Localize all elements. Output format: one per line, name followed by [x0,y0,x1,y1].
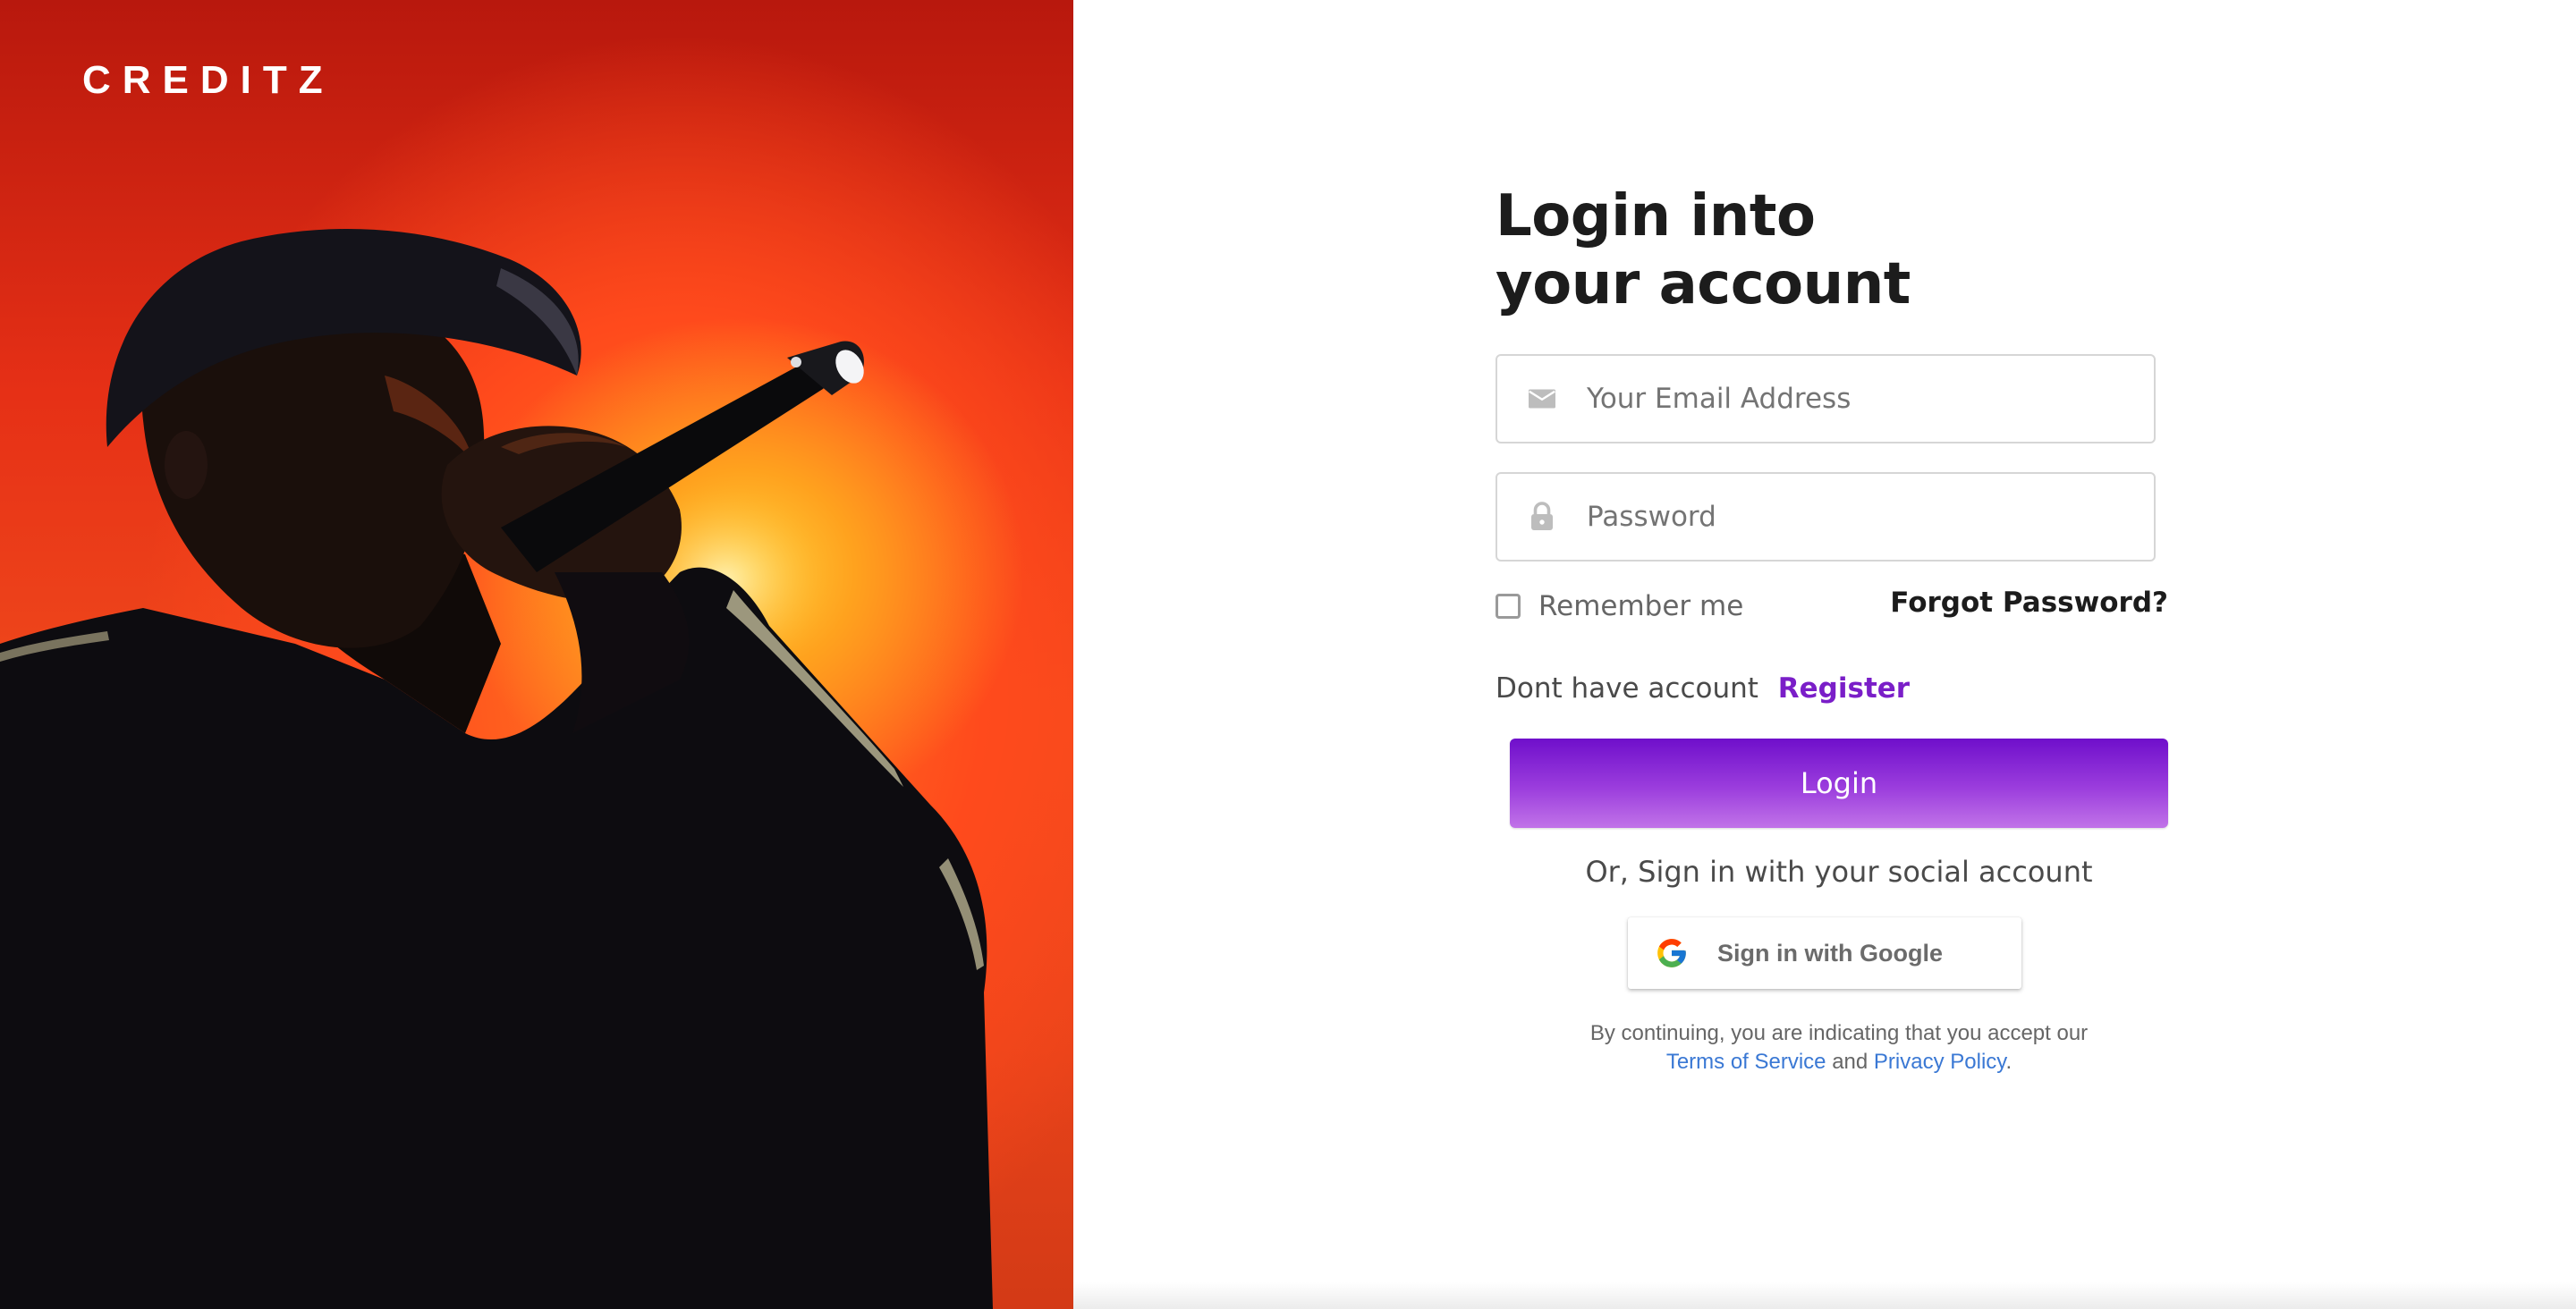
page-title: Login into your account [1496,182,2168,318]
performer-illustration [0,229,993,1309]
google-signin-button[interactable]: Sign in with Google [1628,917,2021,989]
terms-link[interactable]: Terms of Service [1666,1050,1826,1074]
login-form: Login into your account Remember me Forg… [1496,182,2168,1074]
hero-image: CREDITZ [0,0,1073,1309]
legal-text: By continuing, you are indicating that y… [1589,1021,2089,1045]
forgot-password-link[interactable]: Forgot Password? [1890,587,2168,619]
legal-notice: By continuing, you are indicating that y… [1510,1019,2168,1077]
privacy-link[interactable]: Privacy Policy [1874,1050,2006,1074]
and-text: and [1832,1050,1868,1074]
remember-me[interactable]: Remember me [1496,590,1743,622]
bottom-shadow [1073,1282,2576,1309]
no-account-text: Dont have account [1496,672,1758,705]
email-field[interactable] [1496,354,2156,443]
social-signin-text: Or, Sign in with your social account [1585,855,2093,889]
google-button-label: Sign in with Google [1717,939,1943,967]
title-line-2: your account [1496,251,1911,317]
lock-icon [1531,502,1553,530]
mail-icon [1529,389,1555,409]
google-icon [1657,939,1686,967]
email-input[interactable] [1587,356,2132,442]
title-line-1: Login into [1496,183,1816,249]
remember-label: Remember me [1538,590,1744,622]
password-field[interactable] [1496,472,2156,562]
register-row: Dont have account Register [1496,672,1910,705]
logo-text: CREDITZ [82,58,335,102]
creditz-logo[interactable]: CREDITZ [82,13,335,111]
remember-checkbox[interactable] [1496,594,1521,619]
register-link[interactable]: Register [1778,672,1910,705]
password-input[interactable] [1587,474,2132,560]
legal-period: . [2005,1050,2012,1074]
login-button[interactable]: Login [1510,739,2168,828]
